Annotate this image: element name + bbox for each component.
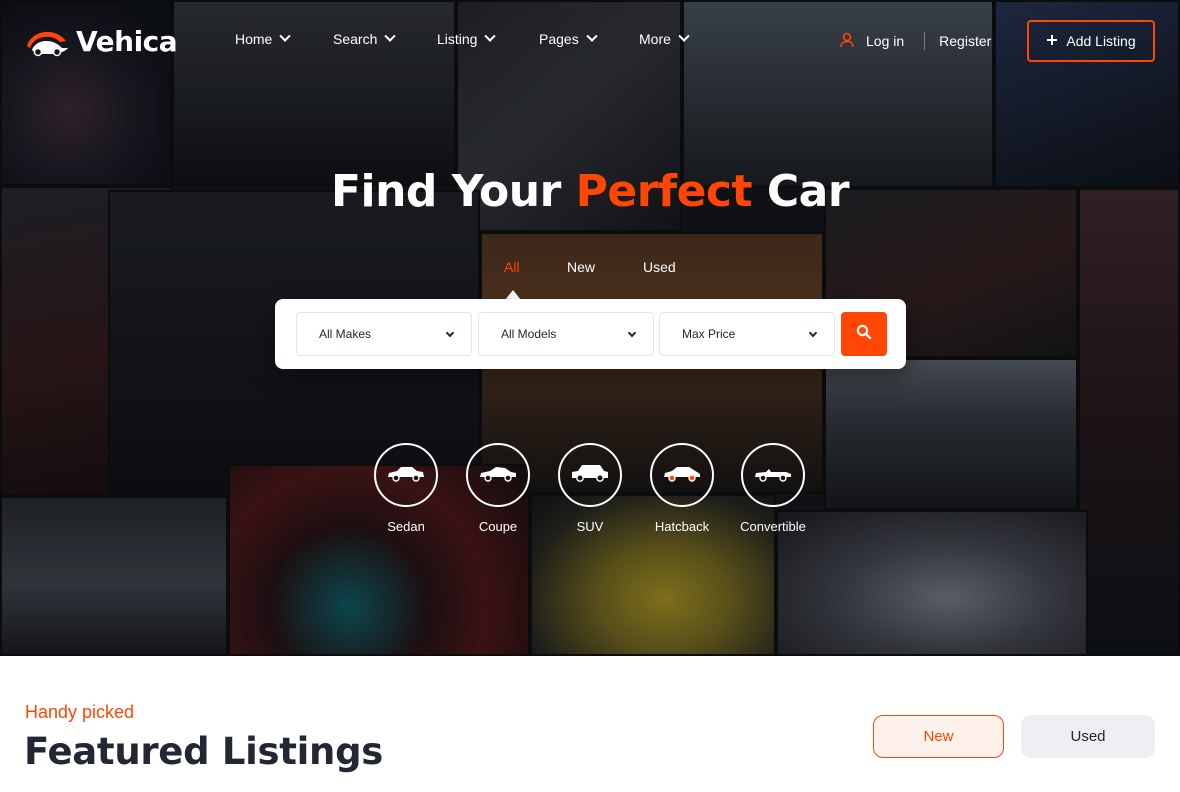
hero-title-part2: Car: [766, 166, 850, 217]
nav-item-listing[interactable]: Listing: [437, 30, 539, 47]
condition-tabs: All New Used: [504, 259, 676, 275]
search-form: All Makes All Models Max Price: [275, 299, 906, 369]
featured-title: Featured Listings: [24, 730, 383, 773]
filter-used-button[interactable]: Used: [1021, 715, 1155, 758]
sedan-icon: [386, 464, 426, 487]
nav-item-pages[interactable]: Pages: [539, 30, 639, 47]
body-type-label: Coupe: [478, 519, 518, 534]
chevron-down-icon: [384, 30, 397, 42]
search-button[interactable]: [841, 312, 887, 356]
nav-divider: [924, 32, 926, 50]
body-type-suv[interactable]: SUV: [558, 443, 622, 534]
top-navbar: Vehica Home Search Listing Pages More Lo…: [0, 0, 1180, 82]
nav-item-label: Search: [333, 31, 378, 47]
main-nav: Home Search Listing Pages More: [235, 30, 699, 47]
body-type-label: SUV: [576, 519, 604, 534]
tab-used[interactable]: Used: [643, 259, 676, 275]
suv-icon: [570, 463, 610, 488]
featured-section: Handy picked Featured Listings New Used: [0, 656, 1180, 792]
brand-name: Vehica: [76, 24, 178, 58]
chevron-down-icon: [627, 328, 637, 337]
makes-select[interactable]: All Makes: [296, 312, 472, 356]
hero-section: Vehica Home Search Listing Pages More Lo…: [0, 0, 1180, 656]
nav-item-label: Home: [235, 31, 273, 47]
max-price-select[interactable]: Max Price: [659, 312, 835, 356]
account-links: Log in Register: [840, 20, 991, 62]
body-type-sedan[interactable]: Sedan: [374, 443, 438, 534]
hero-title-part1: Find Your: [330, 166, 561, 217]
hero-title-accent: Perfect: [575, 166, 753, 217]
body-type-circle: [650, 443, 714, 507]
chevron-down-icon: [678, 30, 690, 42]
add-listing-button[interactable]: Add Listing: [1027, 20, 1155, 62]
nav-item-search[interactable]: Search: [333, 30, 437, 47]
body-type-hatchback[interactable]: Hatcback: [650, 443, 714, 534]
body-type-label: Convertible: [740, 519, 806, 534]
chevron-down-icon: [484, 30, 497, 42]
body-type-circle: [558, 443, 622, 507]
register-link[interactable]: Register: [939, 33, 991, 49]
logo[interactable]: Vehica: [24, 24, 178, 58]
nav-item-label: More: [639, 31, 671, 47]
max-price-select-value: Max Price: [682, 327, 736, 341]
nav-item-more[interactable]: More: [639, 30, 699, 47]
tab-new[interactable]: New: [567, 259, 643, 275]
body-type-label: Hatcback: [654, 519, 710, 534]
body-type-circle: [466, 443, 530, 507]
login-label: Log in: [866, 33, 905, 49]
body-type-coupe[interactable]: Coupe: [466, 443, 530, 534]
body-type-label: Sedan: [387, 519, 425, 534]
convertible-icon: [753, 464, 793, 487]
hero-title: Find Your Perfect Car: [0, 166, 1180, 217]
body-type-convertible[interactable]: Convertible: [740, 443, 806, 534]
body-type-circle: [741, 443, 805, 507]
plus-icon: [1046, 33, 1058, 49]
models-select[interactable]: All Models: [478, 312, 654, 356]
chevron-down-icon: [586, 30, 598, 42]
add-listing-label: Add Listing: [1066, 33, 1136, 49]
featured-eyebrow: Handy picked: [25, 702, 135, 722]
chevron-down-icon: [445, 328, 455, 337]
body-type-circle: [374, 443, 438, 507]
nav-item-label: Pages: [539, 31, 579, 47]
coupe-icon: [478, 464, 518, 487]
login-link[interactable]: Log in: [840, 32, 904, 51]
search-icon: [856, 324, 872, 345]
user-icon: [840, 32, 854, 51]
logo-car-icon: [24, 24, 70, 58]
makes-select-value: All Makes: [319, 327, 372, 341]
filter-new-button[interactable]: New: [873, 715, 1004, 758]
nav-item-label: Listing: [437, 31, 478, 47]
chevron-down-icon: [808, 328, 818, 337]
hatchback-icon: [662, 464, 702, 487]
nav-item-home[interactable]: Home: [235, 30, 333, 47]
models-select-value: All Models: [501, 327, 557, 341]
tab-all[interactable]: All: [504, 259, 567, 275]
chevron-down-icon: [279, 30, 292, 42]
